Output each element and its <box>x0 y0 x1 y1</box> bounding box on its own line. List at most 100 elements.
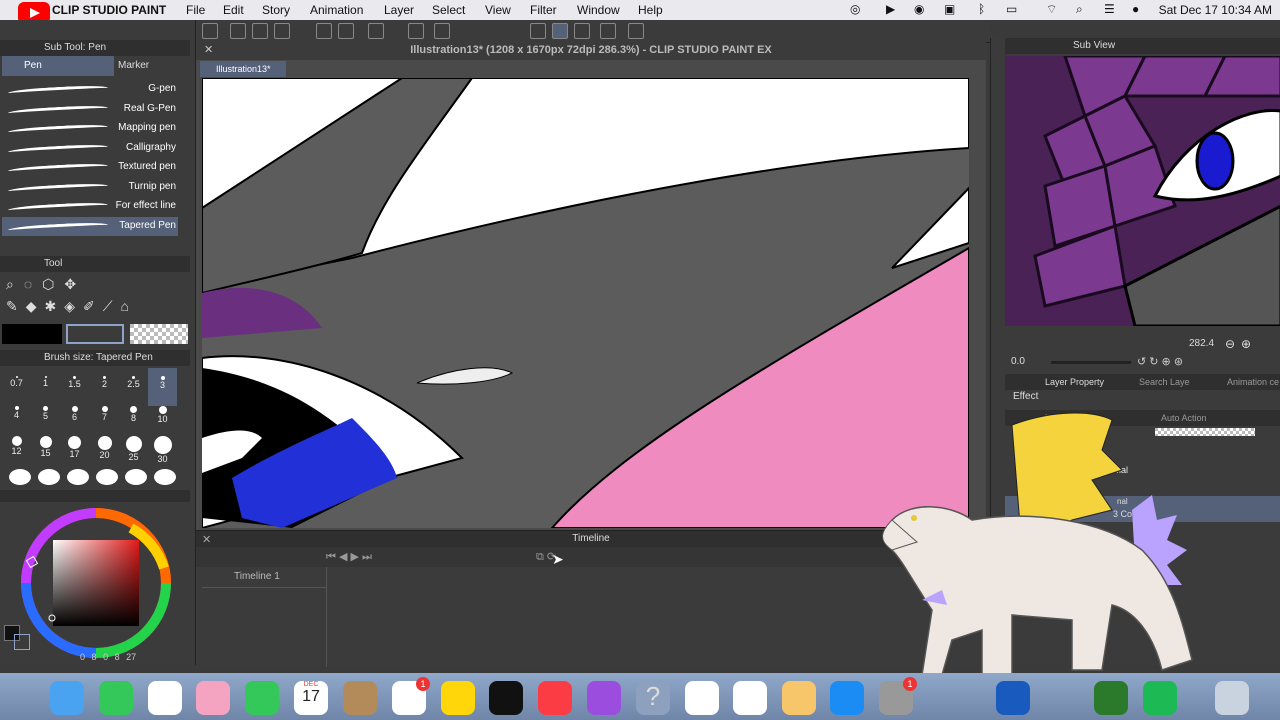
menu-help[interactable]: Help <box>638 3 663 17</box>
pages-icon[interactable] <box>782 681 816 715</box>
contacts-icon[interactable] <box>343 681 377 715</box>
messages-icon[interactable] <box>99 681 133 715</box>
menu-layer[interactable]: Layer <box>384 3 414 17</box>
size-1-5[interactable]: 1.5 <box>60 376 89 389</box>
size-12[interactable]: 12 <box>2 436 31 456</box>
size-large-row[interactable] <box>6 468 186 486</box>
menu-animation[interactable]: Animation <box>310 3 363 17</box>
notes-icon[interactable] <box>441 681 475 715</box>
wifi-icon[interactable]: ⌔ <box>1046 2 1057 17</box>
photos-icon[interactable] <box>196 681 230 715</box>
app-icon[interactable] <box>202 23 218 39</box>
menu-select[interactable]: Select <box>432 3 465 17</box>
menu-window[interactable]: Window <box>577 3 620 17</box>
word-icon[interactable] <box>996 681 1030 715</box>
tab-layer-property[interactable]: Layer Property <box>1045 374 1104 390</box>
subview-preview[interactable] <box>1005 56 1280 326</box>
prev-frame-icon[interactable]: ⏮ ◀ ▶ ⏭ <box>326 550 372 564</box>
size-25[interactable]: 25 <box>119 436 148 462</box>
brush-mapping-pen[interactable]: Mapping pen <box>2 119 178 138</box>
size-20[interactable]: 20 <box>90 436 119 460</box>
creative-cloud-icon[interactable]: ◎ <box>850 2 860 16</box>
calendar-icon[interactable]: DEC 17 <box>294 681 328 715</box>
size-5[interactable]: 5 <box>31 406 60 421</box>
transparent-swatch[interactable] <box>130 324 188 344</box>
new-icon[interactable] <box>230 23 246 39</box>
broadcast-icon[interactable]: ◉ <box>914 2 924 16</box>
apple-tv-icon[interactable] <box>489 681 523 715</box>
sub-color-chip[interactable] <box>14 634 30 650</box>
facetime-icon[interactable] <box>245 681 279 715</box>
help-icon[interactable]: ? <box>636 681 670 715</box>
tab-marker[interactable]: Marker <box>96 56 210 76</box>
app-store-icon[interactable] <box>830 681 864 715</box>
zoom-out-icon[interactable]: ⊖ <box>1225 337 1235 351</box>
menu-file[interactable]: File <box>186 3 205 17</box>
undo-icon[interactable] <box>316 23 332 39</box>
size-2[interactable]: 2 <box>90 376 119 389</box>
size-17[interactable]: 17 <box>60 436 89 459</box>
chrome-icon[interactable] <box>148 681 182 715</box>
control-center-icon[interactable]: ☰ <box>1104 2 1115 16</box>
crop-icon[interactable] <box>434 23 450 39</box>
numbers-icon[interactable] <box>733 681 767 715</box>
rotate-icons[interactable]: ↺ ↻ ⊕ ⊛ <box>1137 355 1183 368</box>
size-10[interactable]: 10 <box>148 406 177 424</box>
clock[interactable]: Sat Dec 17 10:34 AM <box>1159 3 1272 17</box>
clip-studio-icon[interactable] <box>600 23 616 39</box>
close-icon[interactable]: ✕ <box>204 43 213 56</box>
save-icon[interactable] <box>274 23 290 39</box>
trash-icon[interactable] <box>1215 681 1249 715</box>
help-icon[interactable] <box>628 23 644 39</box>
color-wheel[interactable] <box>16 508 176 658</box>
gamepad-icon[interactable] <box>1094 681 1128 715</box>
size-7[interactable]: 7 <box>90 406 119 422</box>
main-color-swatch[interactable] <box>2 324 62 344</box>
tab-search-layer[interactable]: Search Laye <box>1139 374 1190 390</box>
brush-tapered-pen[interactable]: Tapered Pen <box>2 217 178 236</box>
news-icon[interactable] <box>685 681 719 715</box>
ruler-icon[interactable] <box>530 23 546 39</box>
snap-icon[interactable] <box>552 23 568 39</box>
size-6[interactable]: 6 <box>60 406 89 422</box>
redo-icon[interactable] <box>338 23 354 39</box>
music-icon[interactable] <box>538 681 572 715</box>
siri-icon[interactable]: ● <box>1132 2 1139 16</box>
play-icon[interactable]: ▶ <box>886 2 895 16</box>
spotify-icon[interactable] <box>1143 681 1177 715</box>
tool-icons-row1[interactable]: ⌕◌⬡✥ <box>6 276 86 293</box>
angle-slider[interactable] <box>1051 361 1131 364</box>
sub-color-swatch[interactable] <box>66 324 124 344</box>
clear-icon[interactable] <box>368 23 384 39</box>
menu-story[interactable]: Story <box>262 3 290 17</box>
timeline-close-icon[interactable]: ✕ <box>202 533 211 546</box>
search-icon[interactable]: ⌕ <box>1076 2 1083 17</box>
battery-icon[interactable]: ▭ <box>1006 2 1017 16</box>
size-2-5[interactable]: 2.5 <box>119 376 148 389</box>
transform-icon[interactable] <box>408 23 424 39</box>
brush-turnip-pen[interactable]: Turnip pen <box>2 178 178 197</box>
tool-icons-row2[interactable]: ✎◆✱◈✐⟋⌂ <box>6 298 137 315</box>
size-4[interactable]: 4 <box>2 406 31 420</box>
size-1[interactable]: 1 <box>31 376 60 388</box>
zoom-in-icon[interactable]: ⊕ <box>1241 337 1251 351</box>
menu-edit[interactable]: Edit <box>223 3 244 17</box>
doc-tab[interactable]: Illustration13* <box>200 61 286 77</box>
brush-calligraphy[interactable]: Calligraphy <box>2 139 178 158</box>
size-30[interactable]: 30 <box>148 436 177 464</box>
size-15[interactable]: 15 <box>31 436 60 458</box>
drawing-canvas[interactable] <box>202 78 969 528</box>
menu-filter[interactable]: Filter <box>530 3 557 17</box>
size-3[interactable]: 3 <box>148 368 177 406</box>
bluetooth-icon[interactable]: ᛒ <box>978 2 985 16</box>
brush-textured-pen[interactable]: Textured pen <box>2 158 178 177</box>
brush-g-pen[interactable]: G-pen <box>2 80 178 99</box>
brush-real-g-pen[interactable]: Real G-Pen <box>2 100 178 119</box>
app-menu[interactable]: CLIP STUDIO PAINT <box>52 3 166 17</box>
podcasts-icon[interactable] <box>587 681 621 715</box>
menu-view[interactable]: View <box>485 3 511 17</box>
brush-effect-line[interactable]: For effect line <box>2 197 178 216</box>
timeline-track-row[interactable]: Timeline 1 <box>202 567 326 588</box>
size-8[interactable]: 8 <box>119 406 148 423</box>
tab-animation-cel[interactable]: Animation ce <box>1227 374 1279 390</box>
